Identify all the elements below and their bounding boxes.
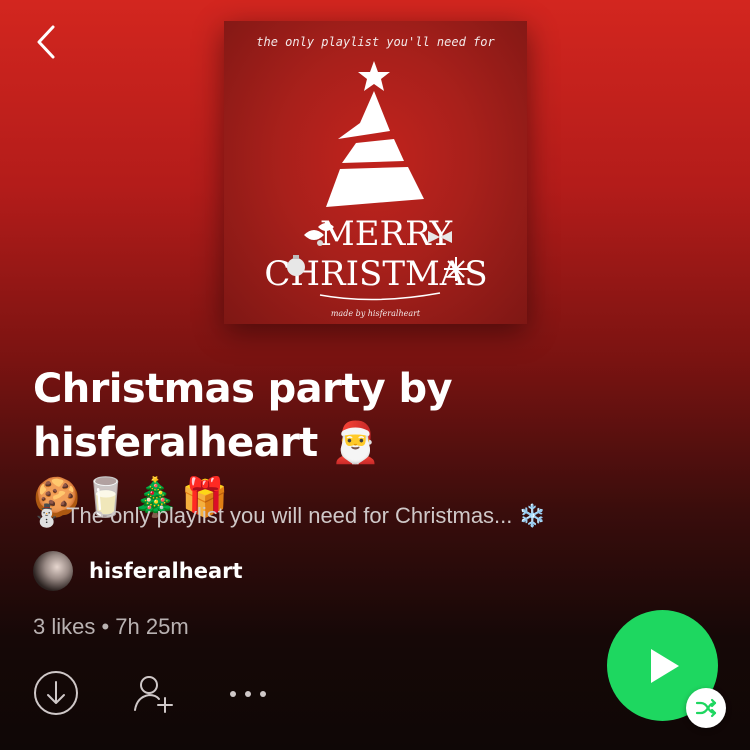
tree-tier-bottom: [326, 167, 424, 207]
ornament-ball-icon: [287, 258, 305, 276]
playlist-stats: 3 likes • 7h 25m: [33, 614, 189, 639]
add-user-icon: [134, 676, 173, 713]
back-button[interactable]: [28, 22, 64, 62]
playlist-cover: the only playlist you'll need for MERRY …: [224, 21, 527, 324]
shuffle-icon: [695, 698, 717, 718]
playlist-description: ⛄ The only playlist you will need for Ch…: [33, 503, 546, 528]
download-button[interactable]: [33, 670, 79, 716]
holly-berry: [317, 240, 323, 246]
tree-tier-top: [338, 91, 390, 139]
more-dots-icon: [230, 691, 266, 697]
playlist-title-text: Christmas party by hisferalheart 🎅: [33, 366, 453, 466]
download-icon: [34, 671, 78, 715]
cover-credit: made by hisferalheart: [330, 309, 421, 318]
add-user-button[interactable]: [130, 670, 176, 716]
christmas-tree-artwork: MERRY CHRISTMAS: [264, 61, 488, 301]
tree-star-icon: [358, 61, 390, 91]
playlist-owner[interactable]: hisferalheart: [33, 551, 243, 591]
owner-name[interactable]: hisferalheart: [89, 559, 243, 583]
playlist-title: Christmas party by hisferalheart 🎅 🍪🥛🎄🎁: [33, 362, 733, 524]
more-options-button[interactable]: [226, 680, 270, 708]
tree-tier-middle: [342, 139, 404, 163]
shuffle-button[interactable]: [686, 688, 726, 728]
avatar[interactable]: [33, 551, 73, 591]
back-chevron-icon: [37, 25, 55, 59]
play-icon: [650, 648, 679, 683]
